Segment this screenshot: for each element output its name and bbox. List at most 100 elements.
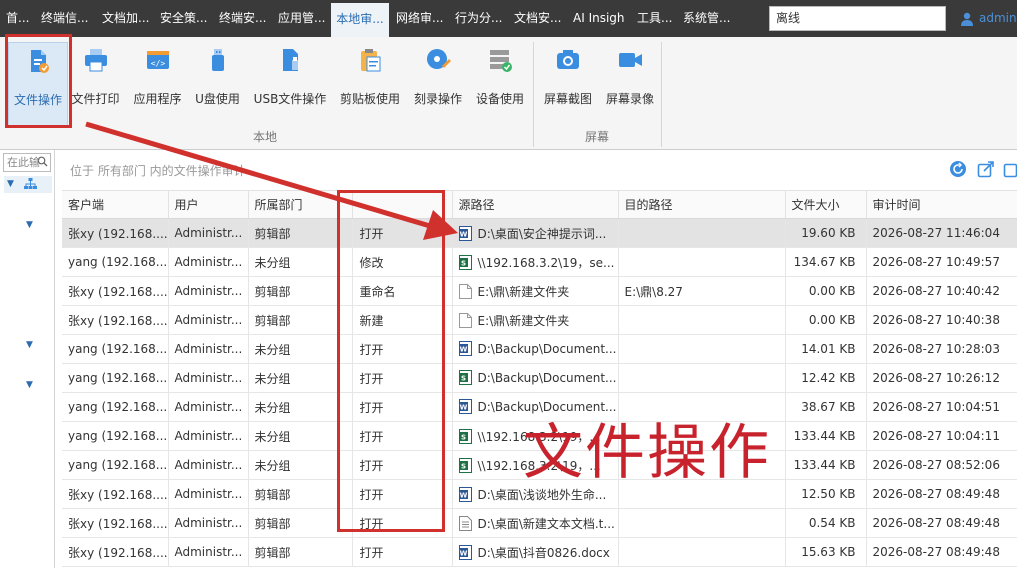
column-header-audit-time[interactable]: 审计时间 — [866, 190, 1017, 219]
nav-tab-tools[interactable]: 工具... — [637, 0, 672, 37]
search-icon[interactable] — [37, 155, 48, 171]
nav-tab-behavior-analysis[interactable]: 行为分... — [455, 0, 502, 37]
share-icon[interactable] — [1003, 160, 1017, 178]
nav-tab-security-policy[interactable]: 安全策... — [160, 0, 207, 37]
column-header-source-path[interactable]: 源路径 — [452, 190, 619, 219]
cell-client: yang (192.168.... — [62, 334, 169, 364]
search-input-value: 离线 — [776, 11, 801, 25]
cell-audit-time: 2026-08-27 08:49:48 — [866, 508, 1017, 538]
cell-file-size: 38.67 KB — [785, 392, 867, 422]
cell-client: 张xy (192.168.... — [62, 479, 169, 509]
nav-tab-app-management[interactable]: 应用管... — [278, 0, 325, 37]
top-navigation: 首... 终端信... 文档加... 安全策... 终端安... 应用管... … — [0, 0, 1017, 37]
ribbon-file-print-button[interactable]: 文件打印 — [68, 42, 123, 127]
chevron-down-icon[interactable]: ▼ — [26, 380, 33, 390]
nav-tab-terminal-security[interactable]: 终端安... — [219, 0, 266, 37]
cell-source-path: E:\鼎\新建文件夹 — [452, 305, 619, 335]
nav-tab-doc-security[interactable]: 文档安... — [514, 0, 561, 37]
ribbon-device-button[interactable]: 设备使用 — [472, 42, 528, 127]
ribbon-disc-burn-button[interactable]: 刻录操作 — [410, 42, 466, 127]
cell-client: yang (192.168.... — [62, 247, 169, 277]
cell-dest-path — [618, 247, 786, 277]
cell-client: 张xy (192.168.... — [62, 276, 169, 306]
cell-client: yang (192.168.... — [62, 421, 169, 451]
status-search-input[interactable]: 离线 — [769, 6, 946, 31]
table-row[interactable]: yang (192.168.... Administr... 未分组 打开 W D:\Ba… — [62, 334, 1017, 364]
refresh-icon[interactable] — [949, 160, 967, 178]
column-header-client[interactable]: 客户端 — [62, 190, 169, 219]
department-sidebar: 在此输 ▼ ▼ ▼ ▼ — [0, 150, 55, 568]
cell-source-path: W D:\Backup\Document... — [452, 334, 619, 364]
cell-operation: 打开 — [352, 537, 453, 567]
highlight-box-operation-column — [337, 190, 445, 532]
chevron-down-icon[interactable]: ▼ — [26, 220, 33, 230]
source-path-text: D:\Backup\Document... — [477, 370, 617, 385]
cell-user: Administr... — [168, 479, 249, 509]
username: admin — [979, 11, 1017, 25]
cell-file-size: 12.50 KB — [785, 479, 867, 509]
cell-user: Administr... — [168, 421, 249, 451]
printer-icon — [84, 49, 107, 72]
annotation-text: 文件操作 — [523, 418, 771, 488]
highlight-box-file-operation — [5, 34, 72, 128]
table-row[interactable]: 张xy (192.168.... Administr... 剪辑部 打开 W D:\桌面\… — [62, 218, 1017, 248]
org-tree-icon — [24, 178, 37, 189]
table-header-row: 客户端 用户 所属部门 源路径 目的路径 文件大小 审计时间 — [62, 190, 1017, 219]
export-icon[interactable] — [977, 160, 995, 178]
cell-user: Administr... — [168, 305, 249, 335]
chevron-down-icon[interactable]: ▼ — [7, 179, 14, 189]
cell-audit-time: 2026-08-27 11:46:04 — [866, 218, 1017, 248]
nav-tab-doc-encrypt[interactable]: 文档加... — [102, 0, 149, 37]
blank-file-icon — [458, 283, 472, 299]
ribbon-usb-drive-button[interactable]: U盘使用 — [190, 42, 245, 127]
ribbon-group-screen-label: 屏幕 — [585, 130, 610, 144]
nav-tab-terminal-info[interactable]: 终端信... — [41, 0, 88, 37]
ribbon-screen-record-button[interactable]: 屏幕录像 — [602, 42, 658, 127]
tree-root-row[interactable]: ▼ — [4, 176, 52, 193]
cell-audit-time: 2026-08-27 08:49:48 — [866, 479, 1017, 509]
usb-drive-icon — [211, 49, 224, 71]
spreadsheet-file-icon: S — [458, 457, 472, 473]
cell-audit-time: 2026-08-27 10:49:57 — [866, 247, 1017, 277]
table-row[interactable]: 张xy (192.168.... Administr... 剪辑部 打开 W D:\桌面\… — [62, 537, 1017, 567]
nav-tab-home[interactable]: 首... — [6, 0, 29, 37]
breadcrumb: 位于 所有部门 内的文件操作审计 — [70, 164, 246, 178]
table-row[interactable]: 张xy (192.168.... Administr... 剪辑部 打开 D:\桌面\新… — [62, 508, 1017, 538]
cell-user: Administr... — [168, 247, 249, 277]
cell-user: Administr... — [168, 334, 249, 364]
ribbon-screenshot-button[interactable]: 屏幕截图 — [540, 42, 596, 127]
cell-source-path: D:\桌面\新建文本文档.t... — [452, 508, 619, 538]
ribbon-clipboard-button[interactable]: 剪贴板使用 — [337, 42, 403, 127]
sidebar-search-input[interactable]: 在此输 — [3, 153, 51, 172]
device-icon — [490, 50, 512, 72]
word-file-icon: W — [458, 225, 472, 241]
nav-tab-local-audit[interactable]: 本地审... — [331, 3, 389, 37]
nav-tab-ai-insight[interactable]: AI Insigh — [573, 0, 625, 37]
cell-file-size: 134.67 KB — [785, 247, 867, 277]
table-row[interactable]: 张xy (192.168.... Administr... 剪辑部 新建 E:\鼎\新建… — [62, 305, 1017, 335]
nav-tab-system-management[interactable]: 系统管... — [683, 0, 730, 37]
source-path-text: E:\鼎\新建文件夹 — [477, 313, 570, 328]
column-header-user[interactable]: 用户 — [168, 190, 249, 219]
svg-text:S: S — [460, 433, 465, 441]
user-menu[interactable]: admin — [960, 0, 1017, 37]
cell-client: 张xy (192.168.... — [62, 508, 169, 538]
cell-client: yang (192.168.... — [62, 450, 169, 480]
chevron-down-icon[interactable]: ▼ — [26, 340, 33, 350]
svg-text:W: W — [459, 549, 467, 557]
ribbon-label: 设备使用 — [475, 92, 524, 106]
column-header-dest-path[interactable]: 目的路径 — [618, 190, 786, 219]
nav-tab-network-audit[interactable]: 网络审... — [396, 0, 443, 37]
svg-text:</>: </> — [150, 59, 165, 68]
ribbon-usb-file-button[interactable]: USB文件操作 — [250, 42, 330, 127]
table-row[interactable]: 张xy (192.168.... Administr... 剪辑部 重命名 E:\鼎\新… — [62, 276, 1017, 306]
word-file-icon: W — [458, 486, 472, 502]
ribbon-label: USB文件操作 — [253, 92, 327, 106]
source-path-text: D:\Backup\Document... — [477, 341, 617, 356]
table-row[interactable]: yang (192.168.... Administr... 未分组 修改 S \\192… — [62, 247, 1017, 277]
cell-user: Administr... — [168, 218, 249, 248]
cell-dest-path: E:\鼎\8.27 — [618, 276, 786, 306]
column-header-file-size[interactable]: 文件大小 — [785, 190, 867, 219]
ribbon-application-button[interactable]: </> 应用程序 — [130, 42, 185, 127]
table-row[interactable]: yang (192.168.... Administr... 未分组 打开 S D:\Ba… — [62, 363, 1017, 393]
